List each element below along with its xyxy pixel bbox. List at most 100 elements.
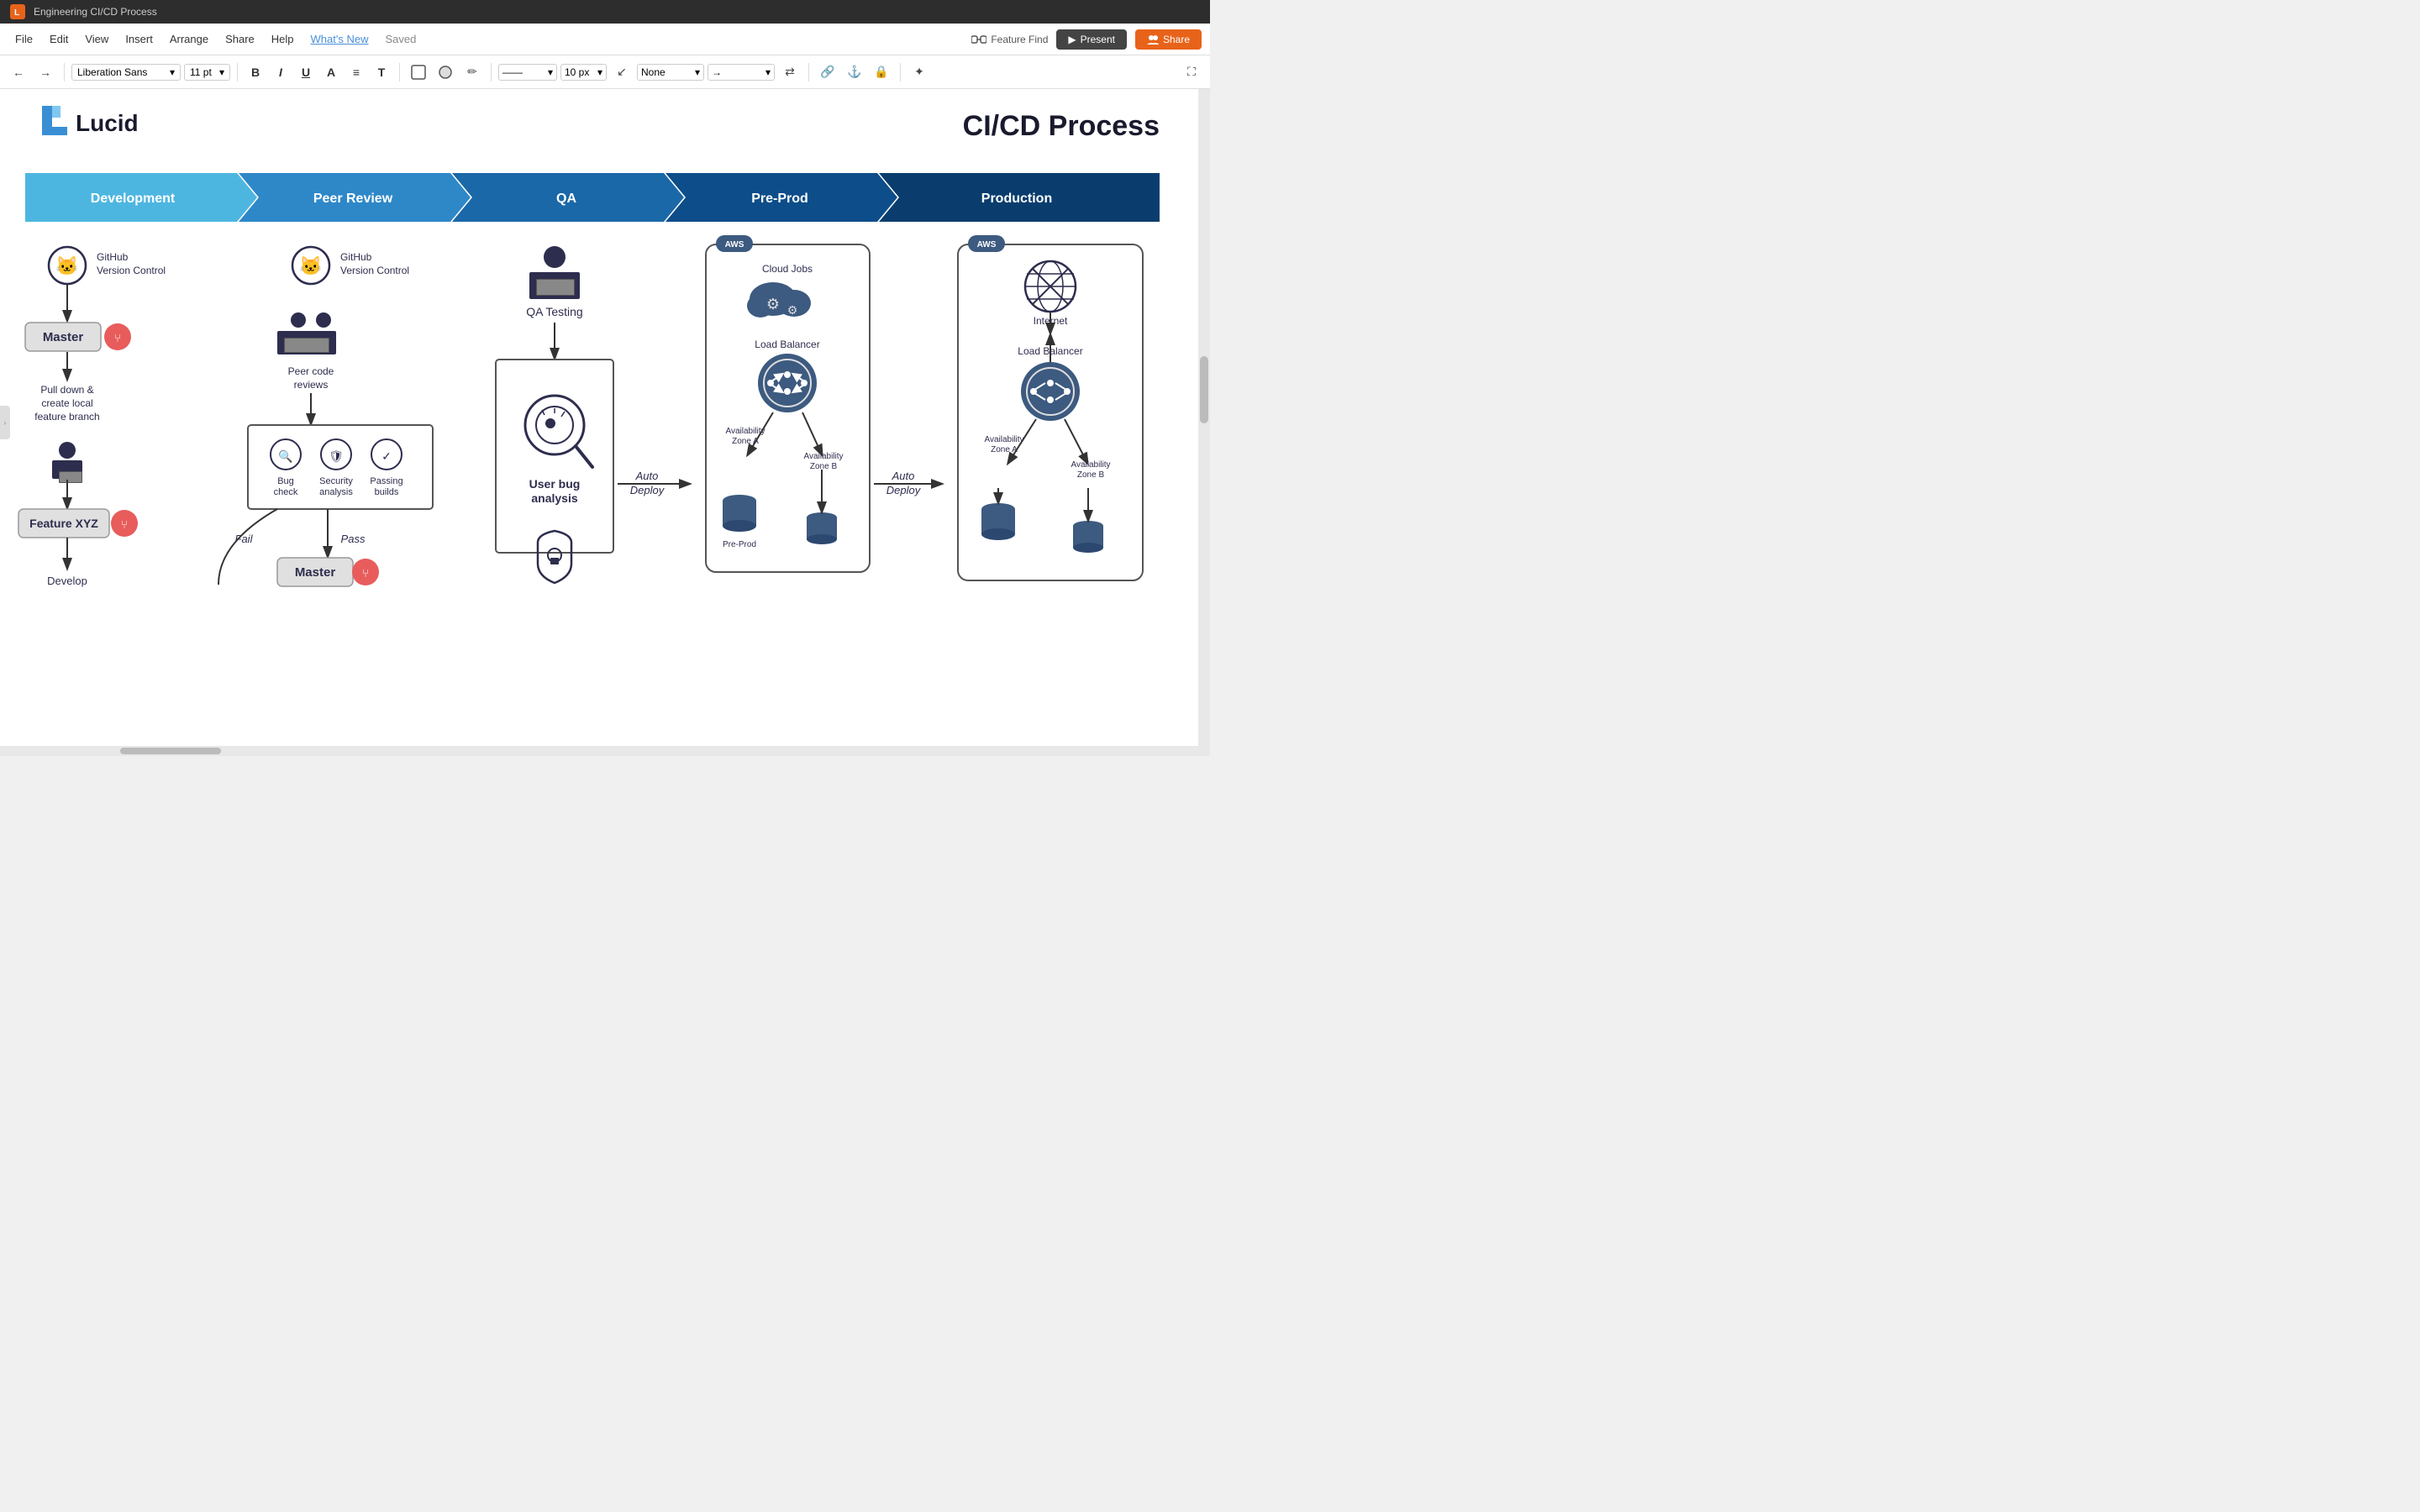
font-color-button[interactable]: A: [320, 61, 342, 83]
menu-whats-new[interactable]: What's New: [304, 29, 376, 49]
scrollbar-bottom[interactable]: [0, 746, 1198, 756]
svg-text:Production: Production: [981, 192, 1052, 206]
window-title: Engineering CI/CD Process: [34, 6, 157, 18]
flip-button[interactable]: ⇄: [778, 60, 802, 84]
svg-text:Feature XYZ: Feature XYZ: [29, 517, 98, 530]
svg-text:🐱: 🐱: [55, 255, 78, 276]
svg-text:L: L: [14, 8, 19, 17]
menu-saved[interactable]: Saved: [378, 29, 423, 49]
chevron-down-icon-4: ▾: [597, 66, 602, 78]
menu-share[interactable]: Share: [218, 29, 261, 49]
magic-button[interactable]: ✦: [908, 60, 931, 84]
svg-text:Version Control: Version Control: [97, 265, 166, 276]
underline-button[interactable]: U: [295, 61, 317, 83]
svg-text:Security: Security: [319, 476, 353, 486]
diagram-title: CI/CD Process: [963, 110, 1160, 142]
svg-text:Availability: Availability: [1071, 460, 1110, 470]
fullscreen-button[interactable]: ⛶: [1180, 60, 1203, 84]
feature-find-label: Feature Find: [991, 34, 1048, 45]
svg-text:Availability: Availability: [984, 435, 1023, 444]
svg-text:QA: QA: [556, 192, 576, 206]
svg-text:Load Balancer: Load Balancer: [755, 339, 819, 350]
scrollbar-right-thumb[interactable]: [1200, 356, 1208, 423]
curve-button[interactable]: ↙: [610, 60, 634, 84]
logo-group: Lucid: [42, 106, 139, 136]
px-selector[interactable]: 10 px ▾: [560, 64, 607, 81]
svg-text:Peer Review: Peer Review: [313, 192, 393, 206]
binoculars-icon: [971, 34, 986, 45]
menu-file[interactable]: File: [8, 29, 39, 49]
pen-button[interactable]: ✏: [460, 60, 484, 84]
titlebar: L Engineering CI/CD Process: [0, 0, 1210, 24]
svg-text:Deploy: Deploy: [886, 484, 922, 496]
svg-text:analysis: analysis: [531, 491, 577, 505]
svg-text:Availability: Availability: [803, 452, 843, 461]
toolbar-divider-2: [237, 63, 238, 81]
menubar: File Edit View Insert Arrange Share Help…: [0, 24, 1210, 55]
svg-text:Zone B: Zone B: [810, 462, 838, 471]
svg-text:Master: Master: [295, 565, 336, 580]
menu-right-actions: Feature Find ▶ Present Share: [971, 29, 1202, 50]
scrollbar-bottom-thumb[interactable]: [120, 748, 221, 754]
present-button[interactable]: ▶ Present: [1056, 29, 1127, 50]
bold-button[interactable]: B: [245, 61, 266, 83]
menu-edit[interactable]: Edit: [43, 29, 75, 49]
menu-help[interactable]: Help: [265, 29, 301, 49]
feature-find-btn[interactable]: Feature Find: [971, 34, 1048, 45]
present-icon: ▶: [1068, 34, 1076, 45]
align-button[interactable]: ≡: [345, 61, 367, 83]
svg-text:create local: create local: [41, 397, 92, 409]
redo-button[interactable]: →: [34, 60, 57, 84]
svg-text:🐱: 🐱: [299, 255, 322, 276]
chevron-down-icon: ▾: [170, 66, 175, 78]
undo-button[interactable]: ←: [7, 60, 30, 84]
shape-button[interactable]: [407, 60, 430, 84]
share-button[interactable]: Share: [1135, 29, 1202, 50]
menu-insert[interactable]: Insert: [118, 29, 160, 49]
svg-text:⑂: ⑂: [362, 567, 369, 580]
anchor-button[interactable]: ⚓: [843, 60, 866, 84]
toolbar-divider-3: [399, 63, 400, 81]
svg-text:Pre-Prod: Pre-Prod: [751, 192, 808, 206]
svg-text:Pull down &: Pull down &: [40, 384, 93, 396]
svg-text:builds: builds: [375, 487, 399, 497]
shape-icon: [411, 65, 426, 80]
svg-text:Pre-Prod: Pre-Prod: [723, 540, 756, 549]
svg-text:Passing: Passing: [370, 476, 402, 486]
svg-text:Auto: Auto: [892, 470, 915, 482]
svg-text:🛡: 🛡: [329, 449, 344, 463]
lock-button[interactable]: 🔒: [870, 60, 893, 84]
font-size-selector[interactable]: 11 pt ▾: [184, 64, 230, 81]
chevron-down-icon-6: ▾: [765, 66, 771, 78]
arrow-selector[interactable]: → ▾: [708, 64, 775, 81]
svg-text:Bug: Bug: [277, 476, 294, 486]
svg-text:User bug: User bug: [529, 477, 581, 491]
svg-text:Pass: Pass: [341, 533, 366, 545]
svg-text:🔍: 🔍: [278, 449, 292, 464]
font-family-selector[interactable]: Liberation Sans ▾: [71, 64, 181, 81]
canvas[interactable]: › Lucid CI/CD Process Development Peer R…: [0, 89, 1210, 756]
text-style-button[interactable]: T: [371, 61, 392, 83]
svg-text:analysis: analysis: [319, 487, 353, 497]
svg-text:Version Control: Version Control: [340, 265, 409, 276]
link-button[interactable]: 🔗: [816, 60, 839, 84]
italic-button[interactable]: I: [270, 61, 292, 83]
diagram-svg: Lucid CI/CD Process Development Peer Rev…: [0, 89, 1210, 756]
chevron-down-icon-2: ▾: [219, 66, 224, 78]
scrollbar-right[interactable]: [1198, 89, 1210, 756]
svg-text:⑂: ⑂: [121, 518, 128, 531]
svg-text:✓: ✓: [381, 449, 392, 463]
fill-button[interactable]: [434, 60, 457, 84]
svg-text:Zone B: Zone B: [1077, 470, 1105, 480]
menu-view[interactable]: View: [78, 29, 115, 49]
svg-text:Auto: Auto: [635, 470, 659, 482]
svg-text:check: check: [274, 487, 298, 497]
menu-arrange[interactable]: Arrange: [163, 29, 215, 49]
line-style-selector[interactable]: —— ▾: [498, 64, 557, 81]
svg-text:AWS: AWS: [725, 240, 744, 249]
none-selector[interactable]: None ▾: [637, 64, 704, 81]
toolbar-divider-4: [491, 63, 492, 81]
svg-text:⑂: ⑂: [114, 332, 121, 344]
svg-text:GitHub: GitHub: [97, 251, 129, 263]
svg-text:Develop: Develop: [47, 575, 87, 587]
